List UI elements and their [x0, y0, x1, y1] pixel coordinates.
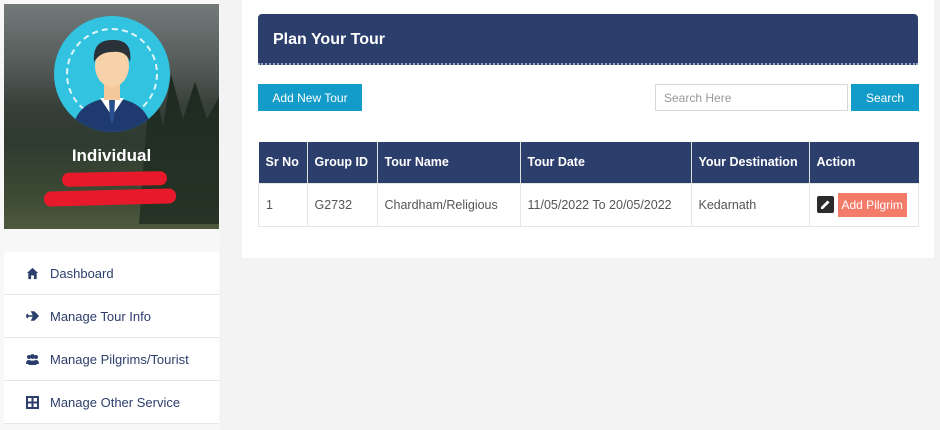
- cell-destination: Kedarnath: [690, 182, 810, 227]
- card-header: Plan Your Tour: [258, 14, 918, 65]
- sidebar-item-dashboard[interactable]: Dashboard: [4, 252, 219, 295]
- column-header-destination: Your Destination: [691, 142, 810, 183]
- column-header-tour-date: Tour Date: [520, 142, 692, 183]
- edit-icon[interactable]: [816, 196, 834, 213]
- sidebar-item-label: Manage Pilgrims/Tourist: [50, 351, 189, 367]
- airplane-icon: [24, 308, 40, 324]
- cell-sr-no: 1: [258, 182, 308, 227]
- add-pilgrim-button[interactable]: Add Pilgrim: [837, 192, 907, 217]
- search-button[interactable]: Search: [851, 84, 919, 111]
- cell-group-id: G2732: [306, 182, 378, 227]
- sidebar: Individual Dashboard Manage Tour Info Ma…: [0, 0, 220, 430]
- home-icon: [24, 265, 40, 281]
- avatar: [54, 16, 170, 132]
- column-header-action: Action: [816, 155, 856, 170]
- user-avatar-icon: [72, 39, 152, 132]
- sidebar-menu: Dashboard Manage Tour Info Manage Pilgri…: [4, 252, 219, 424]
- add-new-tour-button[interactable]: Add New Tour: [258, 84, 362, 111]
- sidebar-item-manage-pilgrims[interactable]: Manage Pilgrims/Tourist: [4, 338, 219, 381]
- users-icon: [24, 351, 40, 367]
- sidebar-item-label: Manage Tour Info: [50, 308, 151, 324]
- sidebar-item-manage-tour-info[interactable]: Manage Tour Info: [4, 295, 219, 338]
- sidebar-item-manage-other-service[interactable]: Manage Other Service: [4, 381, 219, 424]
- profile-card: Individual: [4, 4, 219, 229]
- cell-action: Add Pilgrim: [808, 182, 919, 227]
- redaction-mark: [61, 171, 168, 187]
- cell-tour-date: 11/05/2022 To 20/05/2022: [519, 182, 692, 227]
- tour-table: Sr No Group ID Tour Name Tour Date Your …: [258, 142, 919, 227]
- sidebar-item-label: Dashboard: [50, 265, 114, 281]
- column-header-group-id: Group ID: [307, 142, 378, 183]
- cell-tour-name: Chardham/Religious: [376, 182, 521, 227]
- search-input[interactable]: [655, 84, 848, 111]
- profile-name: Individual: [71, 146, 152, 165]
- column-header-tour-name: Tour Name: [377, 142, 521, 183]
- table-header-row: Sr No Group ID Tour Name Tour Date Your …: [258, 142, 919, 183]
- page-title: Plan Your Tour: [273, 31, 386, 48]
- grid-icon: [24, 394, 40, 410]
- table-row: 1 G2732 Chardham/Religious 11/05/2022 To…: [258, 182, 919, 227]
- sidebar-item-label: Manage Other Service: [50, 394, 181, 410]
- column-header-sr-no: Sr No: [258, 142, 308, 183]
